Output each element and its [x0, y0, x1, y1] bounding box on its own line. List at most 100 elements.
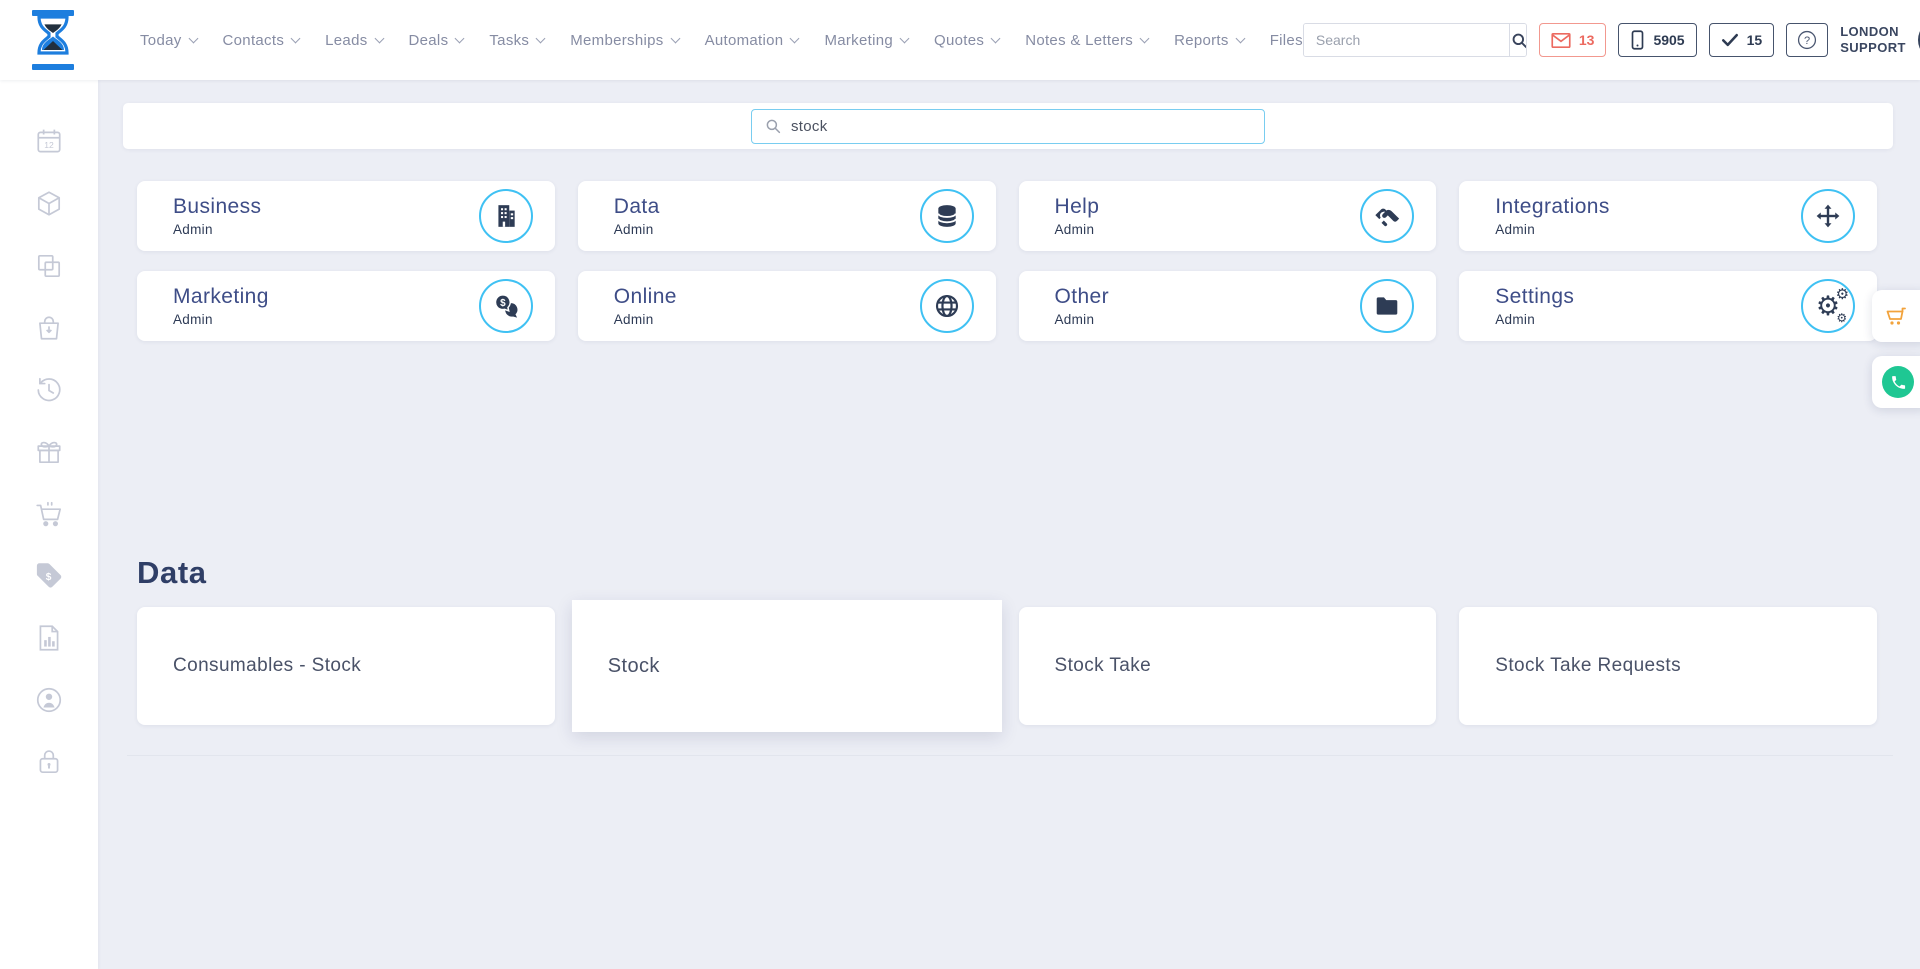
nav-memberships[interactable]: Memberships [570, 32, 678, 49]
card-title: Marketing [173, 285, 479, 309]
tasks-badge[interactable]: 15 [1709, 23, 1775, 57]
sidebar-item-calendar[interactable]: 12 [27, 120, 71, 164]
chevron-down-icon [1235, 33, 1245, 43]
sidebar-item-products[interactable] [27, 182, 71, 226]
nav-tasks[interactable]: Tasks [489, 32, 544, 49]
nav-automation-label: Automation [705, 32, 784, 49]
sidebar-item-reports[interactable] [27, 616, 71, 660]
card-subtitle: Admin [614, 312, 920, 327]
chevron-down-icon [900, 33, 910, 43]
copy-icon [34, 251, 64, 281]
chevron-down-icon [670, 33, 680, 43]
tile-label: Stock Take Requests [1495, 655, 1681, 677]
nav-automation[interactable]: Automation [705, 32, 799, 49]
tile-label: Stock Take [1055, 655, 1152, 677]
chevron-down-icon [1140, 33, 1150, 43]
svg-text:12: 12 [44, 140, 54, 150]
envelope-icon [1551, 32, 1571, 49]
chevron-down-icon [455, 33, 465, 43]
handshake-icon [1360, 189, 1414, 243]
nav-contacts-label: Contacts [223, 32, 285, 49]
nav-today[interactable]: Today [140, 32, 197, 49]
card-subtitle: Admin [1055, 222, 1361, 237]
card-integrations-admin[interactable]: Integrations Admin [1459, 181, 1877, 251]
nav-notes-letters[interactable]: Notes & Letters [1025, 32, 1148, 49]
sidebar-item-history[interactable] [27, 368, 71, 412]
card-online-admin[interactable]: Online Admin [578, 271, 996, 341]
card-other-admin[interactable]: Other Admin [1019, 271, 1437, 341]
history-icon [34, 375, 64, 405]
card-title: Help [1055, 195, 1361, 219]
tile-consumables-stock[interactable]: Consumables - Stock [137, 607, 555, 725]
card-business-admin[interactable]: Business Admin [137, 181, 555, 251]
mail-notifications-badge[interactable]: 13 [1539, 23, 1607, 57]
sidebar-item-gifts[interactable] [27, 430, 71, 474]
nav-contacts[interactable]: Contacts [223, 32, 300, 49]
tile-label: Consumables - Stock [173, 655, 361, 677]
svg-text:?: ? [1804, 35, 1810, 47]
sidebar-item-orders[interactable] [27, 306, 71, 350]
tile-stock[interactable]: Stock [572, 600, 1002, 732]
sidebar-item-security[interactable] [27, 740, 71, 784]
nav-deals-label: Deals [409, 32, 449, 49]
nav-marketing-label: Marketing [824, 32, 893, 49]
global-search-button[interactable] [1509, 24, 1527, 56]
global-search-input[interactable] [1304, 24, 1509, 56]
section-heading: Data [137, 555, 1877, 591]
nav-files[interactable]: Files [1270, 32, 1303, 49]
tile-stock-take-requests[interactable]: Stock Take Requests [1459, 607, 1877, 725]
chevron-down-icon [188, 33, 198, 43]
global-search [1303, 23, 1527, 57]
nav-marketing[interactable]: Marketing [824, 32, 908, 49]
data-tiles-grid: Consumables - Stock Stock Stock Take Sto… [137, 607, 1877, 725]
nav-quotes[interactable]: Quotes [934, 32, 999, 49]
shopping-bag-in-icon [34, 313, 64, 343]
svg-text:$: $ [46, 572, 52, 583]
nav-deals[interactable]: Deals [409, 32, 464, 49]
nav-reports[interactable]: Reports [1174, 32, 1244, 49]
card-help-admin[interactable]: Help Admin [1019, 181, 1437, 251]
left-sidebar: 12 [0, 80, 98, 969]
user-name-line2: SUPPORT [1840, 40, 1906, 56]
cube-icon [34, 189, 64, 219]
nav-leads-label: Leads [325, 32, 367, 49]
card-data-admin[interactable]: Data Admin [578, 181, 996, 251]
card-marketing-admin[interactable]: Marketing Admin $ [137, 271, 555, 341]
gears-icon: ⚙⚙⚙ [1801, 279, 1855, 333]
database-icon [920, 189, 974, 243]
card-settings-admin[interactable]: Settings Admin ⚙⚙⚙ [1459, 271, 1877, 341]
gift-icon [34, 437, 64, 467]
card-subtitle: Admin [614, 222, 920, 237]
sidebar-item-duplicate[interactable] [27, 244, 71, 288]
mail-count: 13 [1579, 32, 1595, 48]
main-nav: Today Contacts Leads Deals Tasks Members… [140, 32, 1303, 49]
card-subtitle: Admin [173, 222, 479, 237]
card-title: Settings [1495, 285, 1801, 309]
building-icon [479, 189, 533, 243]
calendar-12-icon: 12 [34, 127, 64, 157]
module-search-input[interactable] [791, 118, 1252, 135]
sidebar-item-account[interactable] [27, 678, 71, 722]
nav-memberships-label: Memberships [570, 32, 663, 49]
tile-stock-take[interactable]: Stock Take [1019, 607, 1437, 725]
move-arrows-icon [1801, 189, 1855, 243]
floating-phone-widget[interactable] [1872, 356, 1920, 408]
nav-leads[interactable]: Leads [325, 32, 382, 49]
module-search-container [123, 103, 1893, 149]
phone-extension-badge[interactable]: 5905 [1618, 23, 1696, 57]
card-subtitle: Admin [1055, 312, 1361, 327]
money-chat-icon: $ [479, 279, 533, 333]
lock-icon [34, 747, 64, 777]
help-button[interactable]: ? [1786, 23, 1828, 57]
nav-today-label: Today [140, 32, 182, 49]
user-circle-icon [34, 685, 64, 715]
user-name-line1: LONDON [1840, 24, 1906, 40]
card-title: Business [173, 195, 479, 219]
chevron-down-icon [991, 33, 1001, 43]
nav-reports-label: Reports [1174, 32, 1229, 49]
app-logo-hourglass-icon[interactable] [28, 9, 78, 71]
floating-cart-widget[interactable] [1872, 290, 1920, 342]
sidebar-item-pricing[interactable]: $ [27, 554, 71, 598]
checkmark-icon [1721, 32, 1739, 48]
sidebar-item-cart[interactable] [27, 492, 71, 536]
